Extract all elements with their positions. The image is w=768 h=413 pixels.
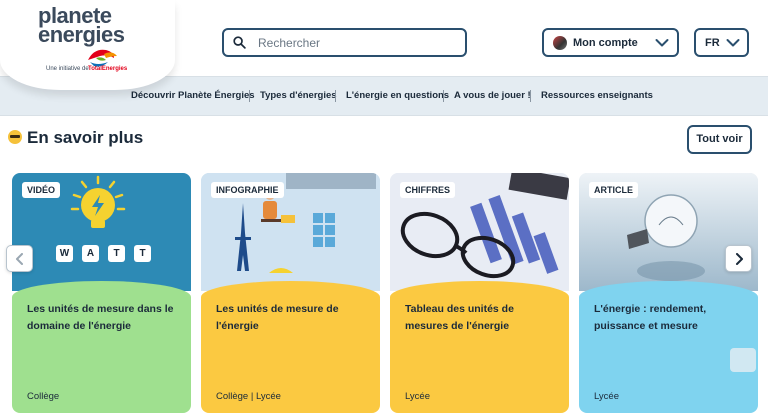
sunglasses-emoji-icon	[8, 130, 22, 144]
letter-tile: T	[108, 245, 125, 262]
see-all-button[interactable]: Tout voir	[687, 125, 752, 154]
card-type-badge: CHIFFRES	[400, 182, 455, 198]
nav-item-decouvrir[interactable]: Découvrir Planète Énergies	[131, 90, 255, 101]
search-icon	[233, 36, 246, 49]
card-level: Lycée	[594, 391, 619, 402]
card-body: Les unités de mesure dans le domaine de …	[12, 281, 191, 413]
chevron-down-icon	[726, 39, 740, 47]
chevron-right-icon	[736, 253, 743, 265]
nav-item-a-vous-de-jouer[interactable]: A vous de jouer !	[454, 90, 531, 101]
content-card-infographie[interactable]: INFOGRAPHIE Les unités de mesure de l'én…	[201, 173, 380, 413]
chevron-down-icon	[655, 39, 669, 47]
section-title: En savoir plus	[8, 128, 143, 148]
card-title[interactable]: Tableau des unités de mesures de l'énerg…	[405, 301, 560, 335]
content-card-video[interactable]: W A T T VIDÉO Les unités de mesure dans …	[12, 173, 191, 413]
card-type-badge: INFOGRAPHIE	[211, 182, 284, 198]
avatar	[553, 36, 567, 50]
nav-divider	[530, 90, 531, 102]
carousel-prev-button[interactable]	[6, 245, 33, 272]
card-level: Collège | Lycée	[216, 391, 281, 402]
card-level: Collège	[27, 391, 60, 402]
card-type-badge: ARTICLE	[589, 182, 638, 198]
card-body: Les unités de mesure de l'énergie Collèg…	[201, 281, 380, 413]
card-title[interactable]: Les unités de mesure dans le domaine de …	[27, 301, 182, 335]
site-header: planete energies Une initiative de Total…	[0, 0, 768, 90]
search-input[interactable]	[258, 34, 448, 52]
nav-item-energie-questions[interactable]: L'énergie en questions	[346, 90, 449, 101]
card-title[interactable]: Les unités de mesure de l'énergie	[216, 301, 371, 335]
nav-divider	[335, 90, 336, 102]
logo-brand-text: TotalEnergies	[88, 66, 128, 72]
logo-initiative-text: Une initiative de	[46, 66, 89, 72]
card-body: L'énergie : rendement, puissance et mesu…	[579, 281, 758, 413]
chevron-left-icon	[16, 253, 23, 265]
letter-tile: T	[134, 245, 151, 262]
account-label: Mon compte	[573, 37, 638, 49]
nav-divider	[443, 90, 444, 102]
totalenergies-logo-icon	[88, 49, 117, 67]
card-type-badge: VIDÉO	[22, 182, 61, 198]
site-logo[interactable]: planete energies Une initiative de Total…	[0, 0, 175, 90]
card-body: Tableau des unités de mesures de l'énerg…	[390, 281, 569, 413]
language-label: FR	[705, 37, 720, 49]
carousel-next-button[interactable]	[725, 245, 752, 272]
letter-tile: A	[82, 245, 99, 262]
language-selector[interactable]: FR	[694, 28, 749, 57]
nav-item-ressources-enseignants[interactable]: Ressources enseignants	[541, 90, 653, 101]
search-box[interactable]	[222, 28, 467, 57]
content-card-article[interactable]: ARTICLE L'énergie : rendement, puissance…	[579, 173, 758, 413]
card-title[interactable]: L'énergie : rendement, puissance et mesu…	[594, 301, 749, 335]
card-level: Lycée	[405, 391, 430, 402]
nav-item-types-energies[interactable]: Types d'énergies	[260, 90, 337, 101]
chat-widget-icon[interactable]	[730, 348, 756, 372]
letter-tile: W	[56, 245, 73, 262]
logo-wordmark: planete energies	[38, 3, 125, 47]
watt-letters: W A T T	[56, 245, 156, 263]
content-card-chiffres[interactable]: CHIFFRES Tableau des unités de mesures d…	[390, 173, 569, 413]
account-dropdown[interactable]: Mon compte	[542, 28, 679, 57]
nav-divider	[249, 90, 250, 102]
